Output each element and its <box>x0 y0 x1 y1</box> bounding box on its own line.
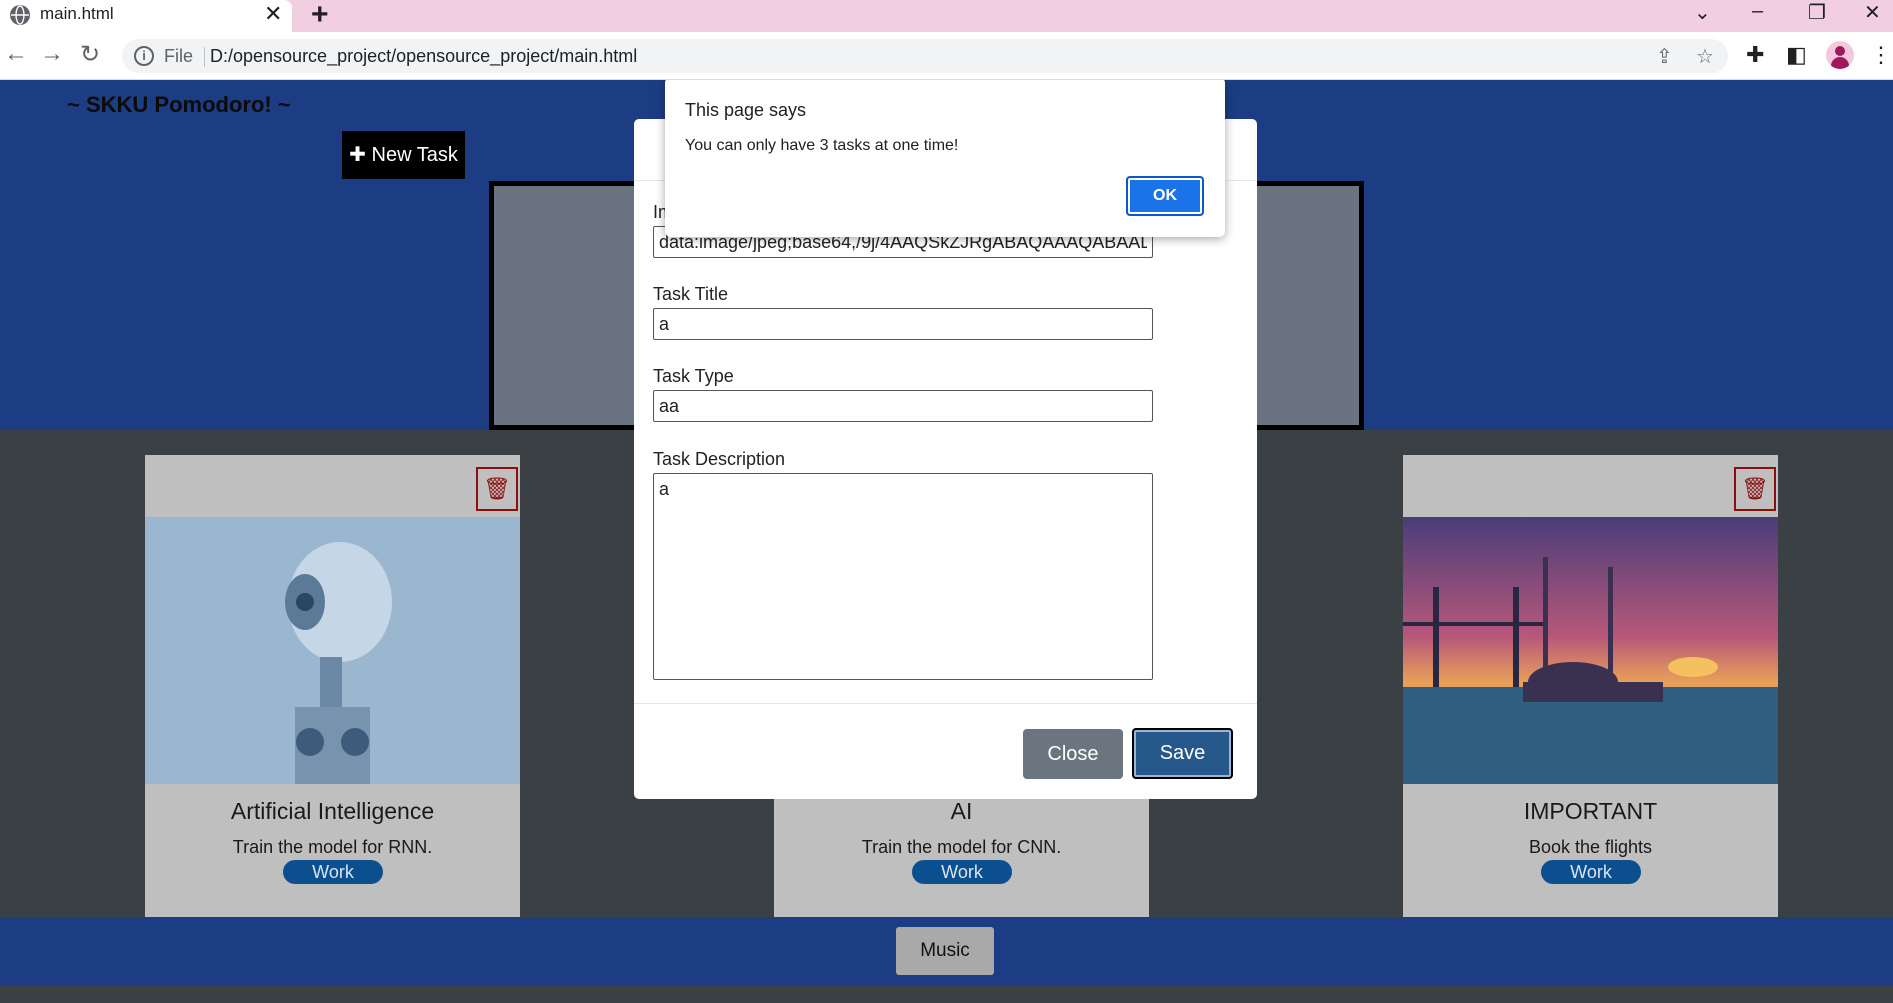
side-panel-icon[interactable]: ◧ <box>1786 42 1807 68</box>
card-title: AI <box>950 798 973 824</box>
forward-arrow-icon[interactable]: → <box>40 40 64 68</box>
tab-close-icon[interactable]: ✕ <box>264 1 282 27</box>
task-card: 🗑 Artificial Intelligence Train the mode… <box>145 455 520 917</box>
reload-icon[interactable]: ↻ <box>80 40 100 69</box>
plus-icon: ✚ <box>349 144 366 166</box>
card-description: Book the flights <box>1528 837 1653 857</box>
browser-toolbar: ← → ↻ i File D:/opensource_project/opens… <box>0 32 1893 80</box>
task-description-label: Task Description <box>653 449 786 469</box>
app-title: ~ SKKU Pomodoro! ~ <box>67 92 291 117</box>
card-title: Artificial Intelligence <box>230 798 435 824</box>
back-arrow-icon[interactable]: ← <box>4 40 28 68</box>
card-image-mosque <box>1403 517 1778 784</box>
task-description-textarea[interactable]: a <box>653 473 1153 680</box>
new-task-label: New Task <box>371 144 458 166</box>
trash-icon[interactable]: 🗑 <box>1734 467 1776 511</box>
window-close-icon[interactable]: ✕ <box>1864 0 1881 25</box>
url-text[interactable]: D:/opensource_project/opensource_project… <box>210 46 637 67</box>
trash-icon[interactable]: 🗑 <box>476 467 518 511</box>
task-card: 🗑 IMPORTANT Book the flights Work <box>1403 455 1778 917</box>
music-button[interactable]: Music <box>896 927 994 975</box>
task-title-label: Task Title <box>653 284 729 304</box>
tab-search-chevron-icon[interactable]: ⌄ <box>1694 0 1711 25</box>
close-button[interactable]: Close <box>1023 729 1123 779</box>
card-type-badge: Work <box>1541 860 1641 884</box>
avatar-head <box>1835 46 1845 56</box>
share-icon[interactable]: ⇪ <box>1656 44 1673 69</box>
address-separator <box>204 47 205 67</box>
tab-title: main.html <box>40 4 114 23</box>
restore-icon[interactable]: ❐ <box>1808 0 1826 25</box>
browser-tab[interactable]: main.html ✕ <box>0 0 292 32</box>
minimize-icon[interactable]: – <box>1752 0 1763 23</box>
alert-title: This page says <box>685 100 807 120</box>
task-title-input[interactable] <box>653 308 1153 340</box>
alert-dialog: This page says You can only have 3 tasks… <box>665 80 1225 237</box>
card-type-badge: Work <box>283 860 383 884</box>
footer-bar: Music <box>0 917 1893 985</box>
info-icon[interactable]: i <box>134 46 154 66</box>
kebab-menu-icon[interactable]: ⋮ <box>1870 42 1892 68</box>
new-tab-button[interactable]: + <box>311 0 329 32</box>
page-content: ~ SKKU Pomodoro! ~ ✚ New Task 🗑 Artifici… <box>0 80 1893 1003</box>
alert-message: You can only have 3 tasks at one time! <box>685 137 959 154</box>
alert-ok-button[interactable]: OK <box>1126 176 1204 216</box>
bottom-strip <box>0 985 1893 1003</box>
card-image-robot <box>145 517 520 784</box>
task-type-input[interactable] <box>653 390 1153 422</box>
new-task-button[interactable]: ✚ New Task <box>342 131 465 179</box>
browser-tab-bar: main.html ✕ + ⌄ – ❐ ✕ <box>0 0 1893 32</box>
avatar-body <box>1831 57 1849 69</box>
card-description: Train the model for CNN. <box>861 837 1062 857</box>
card-title: IMPORTANT <box>1523 798 1658 824</box>
card-description: Train the model for RNN. <box>232 837 433 857</box>
globe-icon <box>10 5 30 25</box>
save-button[interactable]: Save <box>1132 728 1233 779</box>
card-type-badge: Work <box>912 860 1012 884</box>
extensions-puzzle-icon[interactable]: ✚ <box>1746 42 1764 68</box>
profile-avatar[interactable] <box>1826 41 1854 69</box>
modal-footer: Close Save <box>634 703 1257 799</box>
bookmark-star-icon[interactable]: ☆ <box>1696 44 1714 69</box>
address-bar[interactable]: i File D:/opensource_project/opensource_… <box>122 39 1728 73</box>
task-type-label: Task Type <box>653 366 734 386</box>
file-scheme-label: File <box>164 46 194 66</box>
